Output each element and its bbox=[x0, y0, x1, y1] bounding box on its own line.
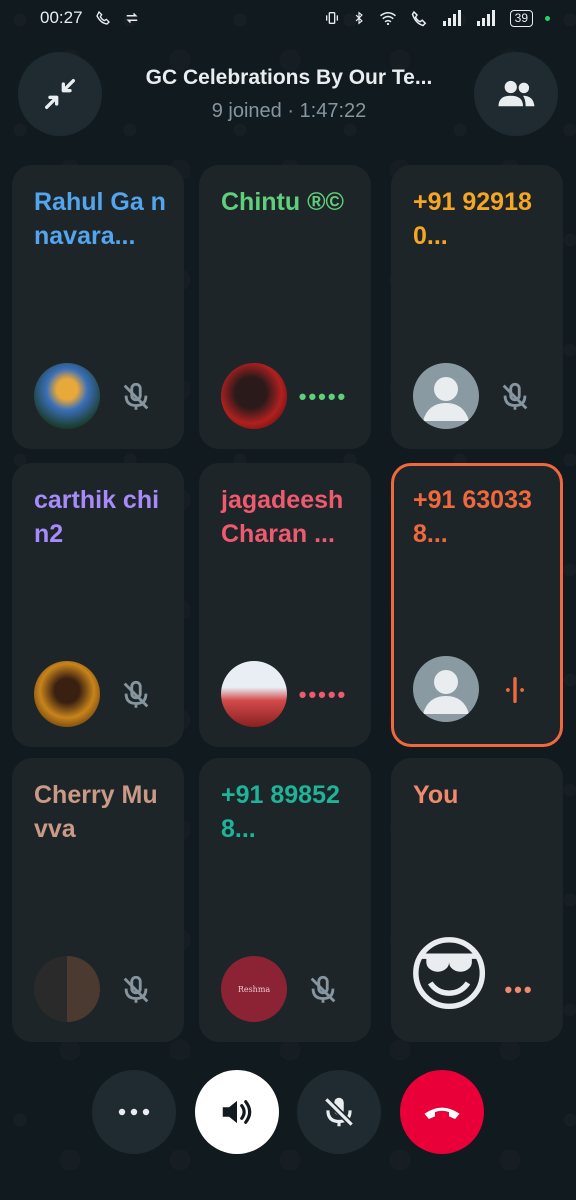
call-title: GC Celebrations By Our Te... bbox=[145, 66, 433, 89]
mic-off-icon bbox=[303, 972, 343, 1008]
speaker-button[interactable] bbox=[195, 1070, 279, 1154]
call-status: 9 joined · 1:47:22 bbox=[211, 100, 367, 122]
wifi-calling-icon bbox=[411, 10, 426, 27]
participant-tile[interactable]: +91 89852 8... Reshma bbox=[199, 758, 371, 1042]
participant-tile-active-speaker[interactable]: +91 63033 8... bbox=[391, 463, 563, 747]
participant-name: You bbox=[413, 781, 459, 809]
signal-icon bbox=[442, 10, 461, 26]
participant-avatar bbox=[221, 661, 287, 727]
speaker-icon bbox=[222, 1100, 252, 1124]
audio-wave-icon bbox=[495, 672, 535, 708]
participant-tile[interactable]: Cherry Muvva bbox=[12, 758, 184, 1042]
participant-tile[interactable]: carthik chin2 bbox=[12, 463, 184, 747]
participant-tile[interactable]: +91 92918 0... bbox=[391, 165, 563, 449]
participant-avatar: Reshma bbox=[221, 956, 287, 1022]
participant-avatar bbox=[34, 661, 100, 727]
avatar-initial-text: Reshma bbox=[237, 984, 271, 994]
participant-tile[interactable]: jagadeesh Charan ... ••••• bbox=[199, 463, 371, 747]
wifi-icon bbox=[379, 12, 396, 26]
participant-name: jagadeesh Charan ... bbox=[221, 486, 344, 548]
group-icon bbox=[498, 80, 535, 107]
mic-off-icon bbox=[116, 379, 156, 415]
participant-avatar bbox=[221, 363, 287, 429]
call-controls bbox=[0, 1070, 576, 1154]
participant-tile[interactable]: Rahul Ga nnavara... bbox=[12, 165, 184, 449]
participant-tile[interactable]: Chintu ®© ••••• bbox=[199, 165, 371, 449]
sync-icon bbox=[125, 12, 138, 24]
more-options-button[interactable] bbox=[92, 1070, 176, 1154]
vibrate-icon bbox=[325, 12, 338, 24]
speaking-dots-icon: ••••• bbox=[298, 384, 348, 409]
participant-tile-self[interactable]: You 😎 ••• bbox=[391, 758, 563, 1042]
mic-off-icon bbox=[116, 972, 156, 1008]
mute-button[interactable] bbox=[297, 1070, 381, 1154]
mic-off-icon bbox=[116, 677, 156, 713]
participant-avatar bbox=[34, 363, 100, 429]
emoji-avatar: 😎 bbox=[406, 930, 492, 1021]
call-header: GC Celebrations By Our Te... 9 joined · … bbox=[0, 50, 576, 138]
participant-avatar bbox=[34, 956, 100, 1022]
default-avatar-icon bbox=[413, 656, 479, 722]
speaking-dots-icon: ••••• bbox=[298, 682, 348, 707]
participant-name: +91 92918 0... bbox=[413, 188, 532, 250]
call-icon bbox=[95, 10, 110, 25]
status-bar: 00:27 39 bbox=[0, 0, 576, 36]
end-call-button[interactable] bbox=[400, 1070, 484, 1154]
mic-off-icon bbox=[324, 1097, 354, 1127]
participant-name: Cherry Muvva bbox=[34, 781, 158, 843]
minimize-call-button[interactable] bbox=[18, 52, 102, 136]
privacy-indicator bbox=[545, 15, 550, 21]
hang-up-icon bbox=[424, 1107, 460, 1119]
participant-name: Chintu ®© bbox=[221, 188, 344, 216]
signal-icon-2 bbox=[476, 10, 495, 26]
participant-name: +91 89852 8... bbox=[221, 781, 340, 843]
mic-off-icon bbox=[495, 379, 535, 415]
minimize-icon bbox=[45, 79, 76, 110]
speaking-dots-icon: ••• bbox=[504, 977, 534, 1002]
participant-name: carthik chin2 bbox=[34, 486, 160, 548]
bluetooth-icon bbox=[355, 11, 363, 25]
participant-name: Rahul Ga nnavara... bbox=[34, 188, 166, 250]
participant-name: +91 63033 8... bbox=[413, 486, 532, 548]
status-time: 00:27 bbox=[40, 8, 83, 27]
participants-button[interactable] bbox=[474, 52, 558, 136]
more-icon bbox=[118, 1108, 150, 1116]
default-avatar-icon bbox=[413, 363, 479, 429]
battery-icon: 39 bbox=[509, 9, 533, 27]
